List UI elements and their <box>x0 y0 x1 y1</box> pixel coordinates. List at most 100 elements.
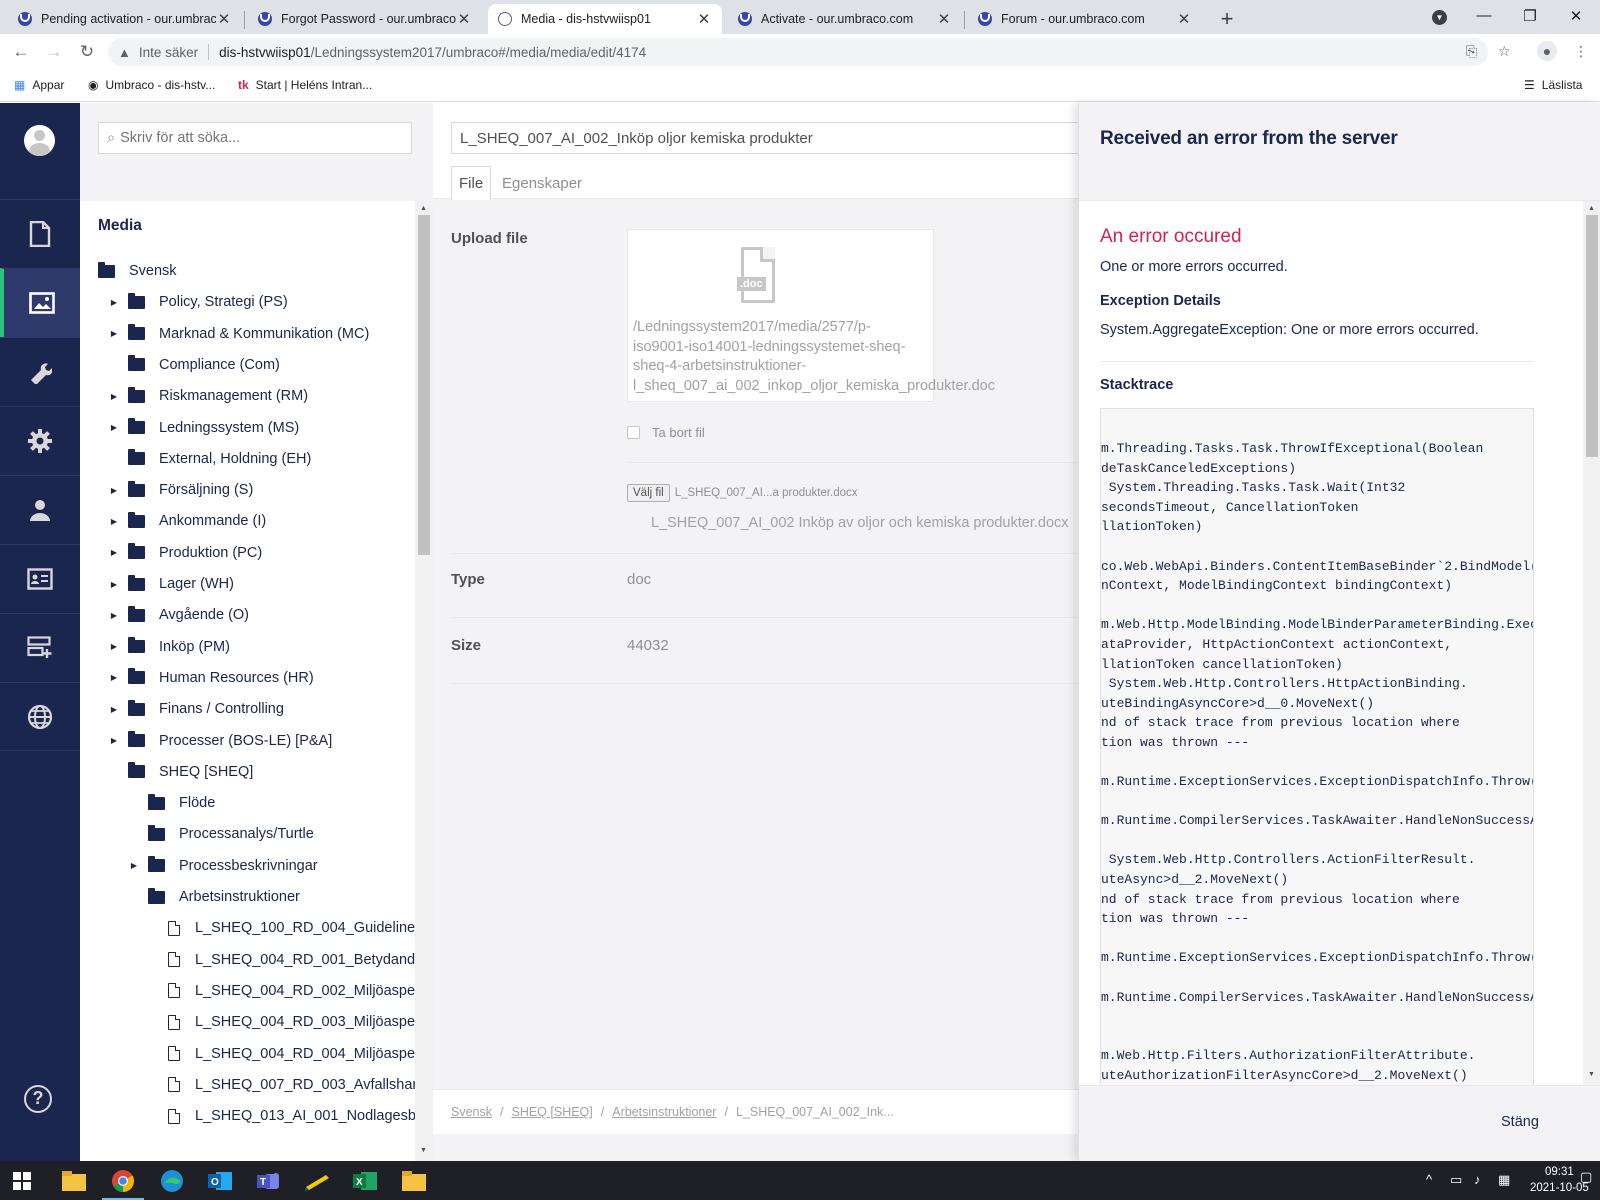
edge-icon[interactable] <box>158 1167 186 1195</box>
tree-folder-item[interactable]: ▶ Policy, Strategi (PS) <box>108 288 288 316</box>
close-tab-icon[interactable]: ✕ <box>216 10 232 28</box>
scroll-down-icon[interactable]: ▼ <box>420 1147 427 1154</box>
tree-scrollbar[interactable]: ▲ ▼ <box>415 201 433 1161</box>
tree-file-item[interactable]: L_SHEQ_004_RD_003_Miljöaspekt <box>148 1008 415 1036</box>
file-path-link[interactable]: /Ledningssystem2017/media/2577/p- iso900… <box>633 318 995 396</box>
scroll-up-icon[interactable]: ▲ <box>1588 205 1595 212</box>
chrome-icon[interactable] <box>102 1167 144 1200</box>
reload-icon[interactable]: ↻ <box>76 42 98 62</box>
expand-caret-icon[interactable]: ▶ <box>108 486 120 495</box>
remove-file-checkbox[interactable] <box>627 426 640 439</box>
tab-egenskaper[interactable]: Egenskaper <box>495 167 589 199</box>
tree-folder-item[interactable]: ▶ Finans / Controlling <box>108 695 284 723</box>
windows-start-icon[interactable] <box>8 1167 36 1195</box>
search-input[interactable] <box>120 130 401 146</box>
breadcrumb-link[interactable]: Arbetsinstruktioner <box>612 1105 716 1119</box>
tree-folder-item[interactable]: ▶ Produktion (PC) <box>108 539 262 567</box>
stacktrace-box[interactable]: m.Threading.Tasks.Task.ThrowIfExceptiona… <box>1100 408 1534 1085</box>
tree-file-item[interactable]: L_SHEQ_013_AI_001_Nodlagesber <box>148 1102 415 1130</box>
browser-tab-active[interactable]: Media - dis-hstvwiisp01 ✕ <box>488 4 722 34</box>
tree-folder-item[interactable]: Compliance (Com) <box>108 351 280 379</box>
browser-tab[interactable]: Forgot Password - our.umbraco.c ✕ <box>248 4 482 34</box>
bookmark-umbraco[interactable]: ◉ Umbraco - dis-hstv... <box>88 78 215 92</box>
breadcrumb-link[interactable]: SHEQ [SHEQ] <box>511 1105 592 1119</box>
warning-icon[interactable]: ▲ <box>118 45 131 60</box>
close-window-icon[interactable]: ✕ <box>1566 7 1586 25</box>
remove-file-option[interactable]: Ta bort fil <box>627 425 705 440</box>
choose-file-button[interactable]: Välj fil <box>627 484 670 502</box>
scrollbar-thumb[interactable] <box>1586 215 1598 457</box>
expand-caret-icon[interactable]: ▶ <box>108 642 120 651</box>
file-explorer-icon[interactable] <box>60 1167 88 1195</box>
scroll-down-icon[interactable]: ▼ <box>1588 1071 1595 1078</box>
close-tab-icon[interactable]: ✕ <box>696 10 712 28</box>
section-settings[interactable] <box>0 337 80 406</box>
browser-tab[interactable]: Pending activation - our.umbraco.c ✕ <box>8 4 242 34</box>
tree-folder-item[interactable]: ▶ Lager (WH) <box>108 570 234 598</box>
new-tab-icon[interactable]: + <box>1216 6 1238 32</box>
tree-file-item[interactable]: L_SHEQ_004_RD_002_Miljöaspekt <box>148 977 415 1005</box>
tree-folder-item[interactable]: ▶ Inköp (PM) <box>108 633 230 661</box>
tray-chevron-icon[interactable]: ^ <box>1426 1172 1432 1187</box>
tree-folder-item[interactable]: External, Holdning (EH) <box>108 445 311 473</box>
tree-folder-item[interactable]: ▶ Marknad & Kommunikation (MC) <box>108 320 369 348</box>
keyboard-icon[interactable]: ▦ <box>1498 1172 1510 1188</box>
tree-file-item[interactable]: L_SHEQ_004_RD_004_Miljöaspekt <box>148 1040 415 1068</box>
search-field[interactable]: ⌕ <box>98 122 412 154</box>
tree-file-item[interactable]: L_SHEQ_004_RD_001_Betydande_ <box>148 946 415 974</box>
browser-tab[interactable]: Forum - our.umbraco.com ✕ <box>968 4 1202 34</box>
tree-folder-item[interactable]: Svensk <box>98 257 177 285</box>
expand-caret-icon[interactable]: ▶ <box>108 423 120 432</box>
section-media[interactable] <box>0 268 80 337</box>
expand-caret-icon[interactable]: ▶ <box>108 611 120 620</box>
media-name-input[interactable]: L_SHEQ_007_AI_002_Inköp oljor kemiska pr… <box>451 122 1091 154</box>
overlay-scrollbar[interactable]: ▲ ▼ <box>1583 201 1600 1085</box>
tree-file-item[interactable]: L_SHEQ_100_RD_004_Guideline_a <box>148 914 415 942</box>
excel-icon[interactable]: X <box>351 1167 379 1195</box>
notifications-icon[interactable]: ▢ <box>1580 1169 1592 1185</box>
network-icon[interactable]: ▭ <box>1450 1172 1462 1188</box>
expand-caret-icon[interactable]: ▶ <box>128 861 140 870</box>
expand-caret-icon[interactable]: ▶ <box>108 673 120 682</box>
close-tab-icon[interactable]: ✕ <box>936 10 952 28</box>
minimize-icon[interactable]: — <box>1474 7 1494 24</box>
tree-folder-item[interactable]: ▶ Ankommande (I) <box>108 507 266 535</box>
menu-dots-icon[interactable]: ⋮ <box>1574 43 1588 60</box>
section-translation[interactable] <box>0 682 80 751</box>
file-chooser[interactable]: Välj fil L_SHEQ_007_AI...a produkter.doc… <box>627 484 858 502</box>
file-preview[interactable]: .doc /Ledningssystem2017/media/2577/p- i… <box>627 229 995 402</box>
tree-folder-item[interactable]: SHEQ [SHEQ] <box>108 758 253 786</box>
tree-folder-item[interactable]: ▶ Ledningssystem (MS) <box>108 414 299 442</box>
tree-folder-item[interactable]: ▶ Processbeskrivningar <box>128 852 318 880</box>
powerbi-icon[interactable] <box>303 1167 331 1195</box>
file-explorer-icon-2[interactable] <box>400 1167 428 1195</box>
help-icon[interactable]: ? <box>24 1085 52 1113</box>
user-avatar[interactable] <box>24 125 55 156</box>
tree-file-item[interactable]: L_SHEQ_007_RD_003_Avfallshante <box>148 1071 415 1099</box>
close-button[interactable]: Stäng <box>1501 1114 1539 1130</box>
breadcrumb-link[interactable]: Svensk <box>451 1105 492 1119</box>
profile-icon[interactable]: ● <box>1537 41 1557 61</box>
security-label[interactable]: Inte säker <box>139 45 198 60</box>
tree-folder-item[interactable]: ▶ Försäljning (S) <box>108 476 253 504</box>
section-users[interactable] <box>0 475 80 544</box>
volume-icon[interactable]: ♪ <box>1474 1172 1481 1187</box>
section-developer[interactable] <box>0 406 80 475</box>
browser-tab[interactable]: Activate - our.umbraco.com ✕ <box>728 4 962 34</box>
forward-icon[interactable]: → <box>43 42 65 62</box>
translate-icon[interactable]: ⎘ <box>1466 43 1477 60</box>
tree-folder-item[interactable]: ▶ Avgående (O) <box>108 601 249 629</box>
expand-caret-icon[interactable]: ▶ <box>108 736 120 745</box>
tab-search-icon[interactable]: ▼ <box>1432 10 1447 25</box>
tree-folder-item[interactable]: Arbetsinstruktioner <box>128 883 300 911</box>
restore-icon[interactable]: ❐ <box>1520 7 1540 25</box>
outlook-icon[interactable]: O <box>206 1167 234 1195</box>
expand-caret-icon[interactable]: ▶ <box>108 298 120 307</box>
expand-caret-icon[interactable]: ▶ <box>108 580 120 589</box>
bookmark-star-icon[interactable]: ☆ <box>1498 43 1511 60</box>
expand-caret-icon[interactable]: ▶ <box>108 548 120 557</box>
tree-folder-item[interactable]: ▶ Riskmanagement (RM) <box>108 382 308 410</box>
teams-icon[interactable]: T <box>255 1167 283 1195</box>
tree-folder-item[interactable]: ▶ Processer (BOS-LE) [P&A] <box>108 727 332 755</box>
expand-caret-icon[interactable]: ▶ <box>108 329 120 338</box>
